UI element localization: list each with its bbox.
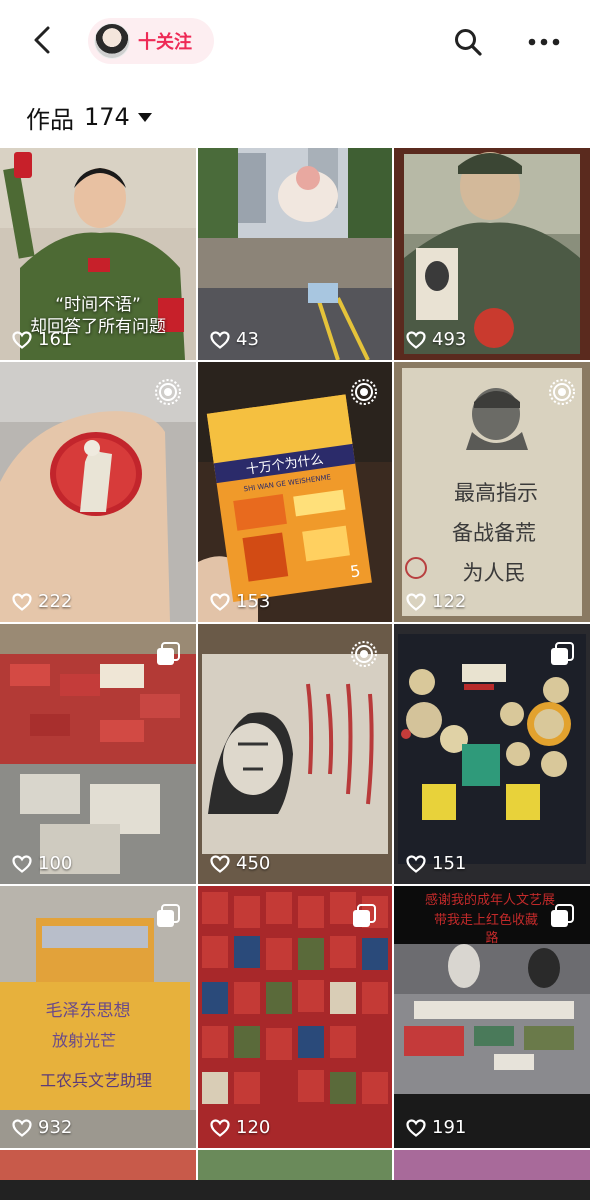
box-line-2: 放射光芒 (52, 1031, 116, 1050)
heart-icon (406, 592, 426, 611)
video-tile[interactable] (198, 1150, 392, 1180)
like-count: 222 (12, 591, 72, 612)
live-photo-icon (155, 379, 181, 405)
like-count: 122 (406, 591, 466, 612)
heart-icon (406, 854, 426, 873)
album-icon (551, 642, 574, 665)
caret-down-icon (137, 112, 152, 122)
banner-line-3: 路 (485, 930, 498, 946)
like-count-value: 43 (236, 329, 259, 350)
like-count: 450 (210, 853, 270, 874)
box-line-3: 工农兵文艺助理 (40, 1071, 152, 1090)
video-tile[interactable]: 100 (0, 624, 196, 884)
heart-icon (12, 592, 32, 611)
like-count: 43 (210, 329, 259, 350)
like-count-value: 191 (432, 1117, 467, 1138)
heart-icon (210, 330, 230, 349)
caption-line-1: “时间不语” (55, 295, 141, 315)
chevron-left-icon (34, 26, 50, 54)
album-icon (157, 642, 180, 665)
heart-icon (210, 592, 230, 611)
avatar[interactable] (94, 23, 130, 59)
heart-icon (406, 330, 426, 349)
like-count-value: 493 (432, 329, 467, 350)
search-icon (455, 29, 482, 56)
bottom-bar (0, 1180, 590, 1200)
back-button[interactable] (22, 20, 62, 60)
album-icon (353, 904, 376, 927)
like-count: 153 (210, 591, 270, 612)
like-count-value: 122 (432, 591, 467, 612)
banner-line-2: 带我走上红色收藏 (434, 912, 538, 928)
more-dots-icon (528, 38, 560, 46)
sign-line-3: 为人民 (463, 561, 526, 585)
album-icon (551, 904, 574, 927)
video-tile[interactable]: 222 (0, 362, 196, 622)
like-count: 191 (406, 1117, 466, 1138)
search-button[interactable] (448, 22, 488, 62)
sign-line-1: 最高指示 (454, 481, 538, 505)
like-count-value: 100 (38, 853, 73, 874)
live-photo-icon (549, 379, 575, 405)
like-count: 932 (12, 1117, 72, 1138)
video-tile[interactable]: 感谢我的成年人文艺展 带我走上红色收藏 路 191 (394, 886, 590, 1148)
album-icon (157, 904, 180, 927)
heart-icon (210, 1118, 230, 1137)
heart-icon (210, 854, 230, 873)
more-button[interactable] (522, 22, 566, 62)
live-photo-icon (351, 379, 377, 405)
heart-icon (406, 1118, 426, 1137)
live-photo-icon (351, 641, 377, 667)
like-count-value: 120 (236, 1117, 271, 1138)
video-tile[interactable] (394, 1150, 590, 1180)
video-tile[interactable]: 151 (394, 624, 590, 884)
like-count-value: 161 (38, 329, 73, 350)
video-tile[interactable]: 450 (198, 624, 392, 884)
works-label: 作品 (26, 105, 74, 134)
video-tile[interactable]: 120 (198, 886, 392, 1148)
video-tile[interactable]: “时间不语” 却回答了所有问题 161 (0, 148, 196, 360)
heart-icon (12, 330, 32, 349)
follow-button[interactable]: 十关注 (138, 28, 192, 54)
video-tile[interactable]: 毛泽东思想 放射光芒 工农兵文艺助理 932 (0, 886, 196, 1148)
like-count: 120 (210, 1117, 270, 1138)
like-count: 493 (406, 329, 466, 350)
like-count-value: 151 (432, 853, 467, 874)
like-count-value: 222 (38, 591, 73, 612)
video-tile[interactable]: 最高指示 备战备荒 为人民 122 (394, 362, 590, 622)
video-tile[interactable]: 43 (198, 148, 392, 360)
video-tile[interactable] (0, 1150, 196, 1180)
heart-icon (12, 1118, 32, 1137)
like-count-value: 450 (236, 853, 271, 874)
like-count-value: 153 (236, 591, 271, 612)
banner-line-1: 感谢我的成年人文艺展 (425, 892, 555, 908)
like-count: 151 (406, 853, 466, 874)
like-count: 100 (12, 853, 72, 874)
box-line-1: 毛泽东思想 (46, 1001, 131, 1021)
like-count-value: 932 (38, 1117, 73, 1138)
top-bar: 十关注 (0, 0, 590, 84)
video-tile[interactable]: 十万个为什么 SHI WAN GE WEISHENME 5 153 (198, 362, 392, 622)
sign-line-2: 备战备荒 (452, 521, 536, 545)
like-count: 161 (12, 329, 72, 350)
user-chip[interactable]: 十关注 (88, 18, 214, 64)
works-count: 174 (84, 103, 130, 131)
heart-icon (12, 854, 32, 873)
video-tile[interactable]: 493 (394, 148, 590, 360)
works-filter[interactable]: 作品 174 (26, 100, 152, 134)
